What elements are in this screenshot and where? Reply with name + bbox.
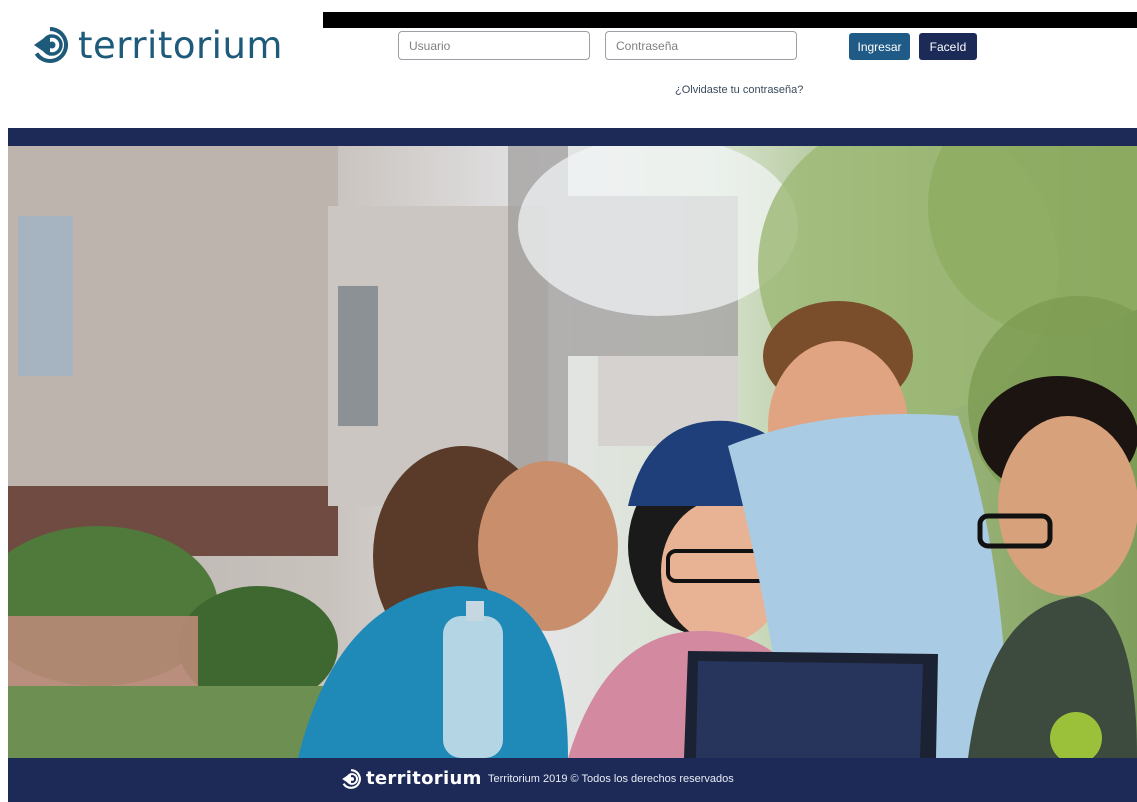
faceid-button[interactable]: FaceId bbox=[919, 33, 977, 60]
target-logo-icon bbox=[342, 769, 361, 789]
login-button[interactable]: Ingresar bbox=[849, 33, 910, 60]
brand-name: territorium bbox=[78, 23, 283, 67]
top-bar bbox=[323, 12, 1137, 28]
target-logo-icon bbox=[34, 26, 68, 63]
hero-photo bbox=[8, 146, 1137, 758]
username-field[interactable] bbox=[398, 31, 590, 60]
hero-illustration bbox=[8, 146, 1137, 758]
header-band bbox=[8, 128, 1137, 146]
footer-brand-name: territorium bbox=[366, 768, 482, 789]
footer: territorium Territorium 2019 © Todos los… bbox=[8, 758, 1137, 802]
forgot-password-link[interactable]: ¿Olvidaste tu contraseña? bbox=[675, 84, 803, 96]
footer-copyright: Territorium 2019 © Todos los derechos re… bbox=[488, 773, 734, 785]
password-field[interactable] bbox=[605, 31, 797, 60]
brand-logo[interactable]: territorium bbox=[30, 20, 283, 70]
footer-logo[interactable]: territorium bbox=[340, 768, 482, 790]
